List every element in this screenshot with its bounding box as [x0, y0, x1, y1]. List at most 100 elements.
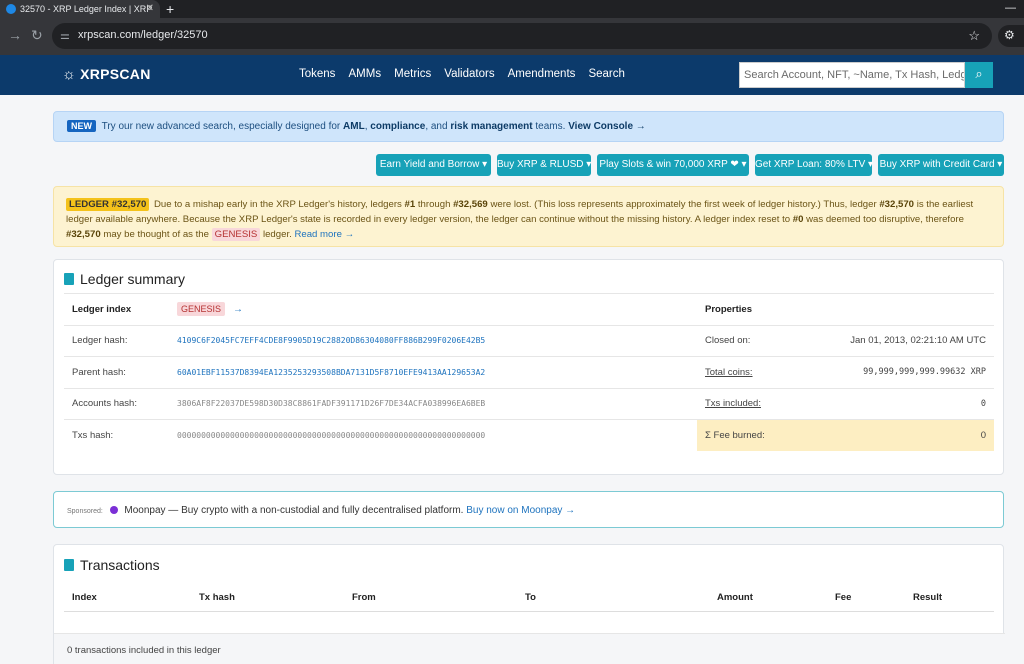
forward-arrow-icon[interactable]: →: [8, 27, 22, 43]
ledger-hash-value[interactable]: 4109C6F2045FC7EFF4CDE8F9905D19C28820D863…: [177, 336, 485, 345]
address-bar[interactable]: ⚌ xrpscan.com/ledger/32570 ☆: [52, 23, 992, 49]
play-slots-button[interactable]: Play Slots & win 70,000 XRP ❤ ▾: [597, 154, 749, 176]
bookmark-star-icon[interactable]: ☆: [968, 28, 980, 44]
banner-comma: ,: [364, 121, 368, 132]
transactions-title-text: Transactions: [80, 557, 160, 573]
window-minimize-icon[interactable]: —: [1005, 2, 1016, 14]
alert-num-3: #32,570: [879, 199, 915, 210]
table-row: Σ Fee burned: 0: [697, 419, 994, 451]
properties-table: Properties Closed on: Jan 01, 2013, 02:2…: [697, 293, 994, 451]
alert-text-2: through: [417, 199, 451, 210]
properties-label: Properties: [705, 303, 752, 315]
table-row: Txs hash: 000000000000000000000000000000…: [64, 419, 730, 451]
table-row: Parent hash: 60A01EBF11537D8394EA1235253…: [64, 356, 730, 388]
banner-compliance: compliance: [370, 121, 426, 132]
table-row: Ledger hash: 4109C6F2045FC7EFF4CDE8F9905…: [64, 324, 730, 357]
col-from: From: [352, 592, 376, 603]
sponsored-text: Moonpay — Buy crypto with a non-custodia…: [124, 505, 464, 516]
sun-logo-icon: ☼: [62, 66, 77, 83]
banner-aml: AML: [343, 121, 365, 132]
browser-tab[interactable]: 32570 - XRP Ledger Index | XRP ✕: [0, 0, 160, 18]
site-logo[interactable]: ☼ XRPSCAN: [62, 66, 151, 83]
table-row: Txs included: 0: [697, 387, 994, 420]
transactions-table-header: Index Tx hash From To Amount Fee Result: [64, 585, 994, 612]
alert-num-2: #32,569: [453, 199, 488, 210]
nav-validators[interactable]: Validators: [444, 68, 494, 80]
main-menu: Tokens AMMs Metrics Validators Amendment…: [299, 68, 635, 80]
browser-tabbar: 32570 - XRP Ledger Index | XRP ✕ + —: [0, 0, 1024, 18]
browser-toolbar: → ↻ ⚌ xrpscan.com/ledger/32570 ☆ ⚙: [0, 18, 1024, 55]
txs-hash-label: Txs hash:: [72, 429, 114, 441]
transactions-title: Transactions: [64, 557, 160, 573]
parent-hash-label: Parent hash:: [72, 366, 126, 378]
transactions-card: Transactions Index Tx hash From To Amoun…: [53, 544, 1005, 664]
new-tab-button[interactable]: +: [166, 1, 174, 17]
col-amount: Amount: [717, 592, 753, 603]
banner-text: Try our new advanced search, especially …: [101, 121, 341, 132]
earn-yield-button[interactable]: Earn Yield and Borrow ▾: [376, 154, 491, 176]
view-console-link[interactable]: View Console →: [568, 121, 646, 132]
ledger-index-label: Ledger index: [72, 303, 132, 315]
genesis-badge: GENESIS: [211, 228, 261, 241]
table-row: Ledger index GENESIS →: [64, 293, 730, 325]
alert-text-1: Due to a mishap early in the XRP Ledger'…: [154, 199, 402, 210]
banner-risk: risk management: [450, 121, 533, 132]
ledger-summary-card: Ledger summary Ledger index GENESIS → Led…: [53, 259, 1004, 475]
next-ledger-arrow-icon[interactable]: →: [233, 304, 243, 315]
nav-tokens[interactable]: Tokens: [299, 68, 335, 80]
accounts-hash-label: Accounts hash:: [72, 398, 137, 410]
nav-amendments[interactable]: Amendments: [508, 68, 576, 80]
closed-on-label: Closed on:: [705, 335, 751, 347]
xrp-loan-button[interactable]: Get XRP Loan: 80% LTV ▾: [755, 154, 873, 176]
fee-burned-label: Σ Fee burned:: [705, 429, 765, 441]
banner-and: , and: [425, 121, 448, 132]
extension-icon[interactable]: ⚙: [998, 25, 1024, 47]
col-result: Result: [913, 592, 943, 603]
ledger-summary-title: Ledger summary: [64, 271, 185, 287]
search-button[interactable]: ⌕: [965, 62, 993, 88]
moonpay-link[interactable]: Buy now on Moonpay →: [466, 505, 575, 516]
url-text: xrpscan.com/ledger/32570: [78, 29, 208, 41]
genesis-pill: GENESIS: [177, 301, 226, 316]
table-row: Total coins: 99,999,999,999.99632 XRP: [697, 356, 994, 388]
buy-xrp-rlusd-button[interactable]: Buy XRP & RLUSD ▾: [497, 154, 591, 176]
accounts-hash-value: 3806AF8F22037DE598D30D38C8861FADF391171D…: [177, 399, 486, 409]
nav-amms[interactable]: AMMs: [349, 68, 382, 80]
banner-teams: teams.: [535, 121, 566, 132]
txs-hash-value: 0000000000000000000000000000000000000000…: [177, 430, 486, 440]
total-coins-label[interactable]: Total coins:: [705, 367, 753, 378]
genesis-alert: LEDGER #32,570 Due to a mishap early in …: [53, 186, 1004, 247]
col-tx-hash: Tx hash: [199, 592, 235, 603]
tab-title: 32570 - XRP Ledger Index | XRP: [20, 4, 153, 14]
alert-num-5: #32,570: [66, 229, 101, 240]
new-badge: NEW: [67, 120, 96, 132]
fee-burned-value: 0: [980, 429, 986, 441]
tab-close-icon[interactable]: ✕: [146, 3, 154, 14]
alert-num-1: #1: [404, 199, 416, 210]
search-input[interactable]: Search Account, NFT, ~Name, Tx Hash, Led…: [739, 62, 965, 88]
site-info-icon[interactable]: ⚌: [60, 29, 70, 42]
buy-credit-card-button[interactable]: Buy XRP with Credit Card ▾: [878, 154, 1004, 176]
read-more-link[interactable]: Read more →: [294, 229, 354, 240]
favicon-icon: [6, 4, 16, 14]
total-coins-value: 99,999,999,999.99632 XRP: [863, 367, 986, 378]
alert-text-7: ledger.: [262, 229, 292, 240]
search-icon: ⌕: [975, 66, 983, 81]
nav-metrics[interactable]: Metrics: [394, 68, 431, 80]
txs-included-label[interactable]: Txs included:: [705, 398, 761, 409]
logo-text: XRPSCAN: [80, 66, 151, 82]
moonpay-logo-icon: [109, 506, 118, 514]
table-row: Properties: [697, 293, 994, 325]
alert-num-4: #0: [792, 214, 804, 225]
reload-icon[interactable]: ↻: [31, 27, 43, 44]
parent-hash-value[interactable]: 60A01EBF11537D8394EA1235253293508BDA7131…: [177, 368, 485, 377]
ledger-summary-title-text: Ledger summary: [80, 271, 186, 287]
ledger-hash-label: Ledger hash:: [72, 335, 128, 347]
table-row: Accounts hash: 3806AF8F22037DE598D30D38C…: [64, 387, 730, 420]
site-header: ☼ XRPSCAN Tokens AMMs Metrics Validators …: [0, 55, 1024, 95]
alert-text-6: may be thought of as the: [103, 229, 209, 240]
sponsored-banner: Sponsored: Moonpay — Buy crypto with a n…: [53, 491, 1004, 528]
col-index: Index: [72, 592, 97, 603]
alert-text-3: were lost. (This loss represents approxi…: [490, 199, 877, 210]
nav-search[interactable]: Search: [588, 68, 624, 80]
